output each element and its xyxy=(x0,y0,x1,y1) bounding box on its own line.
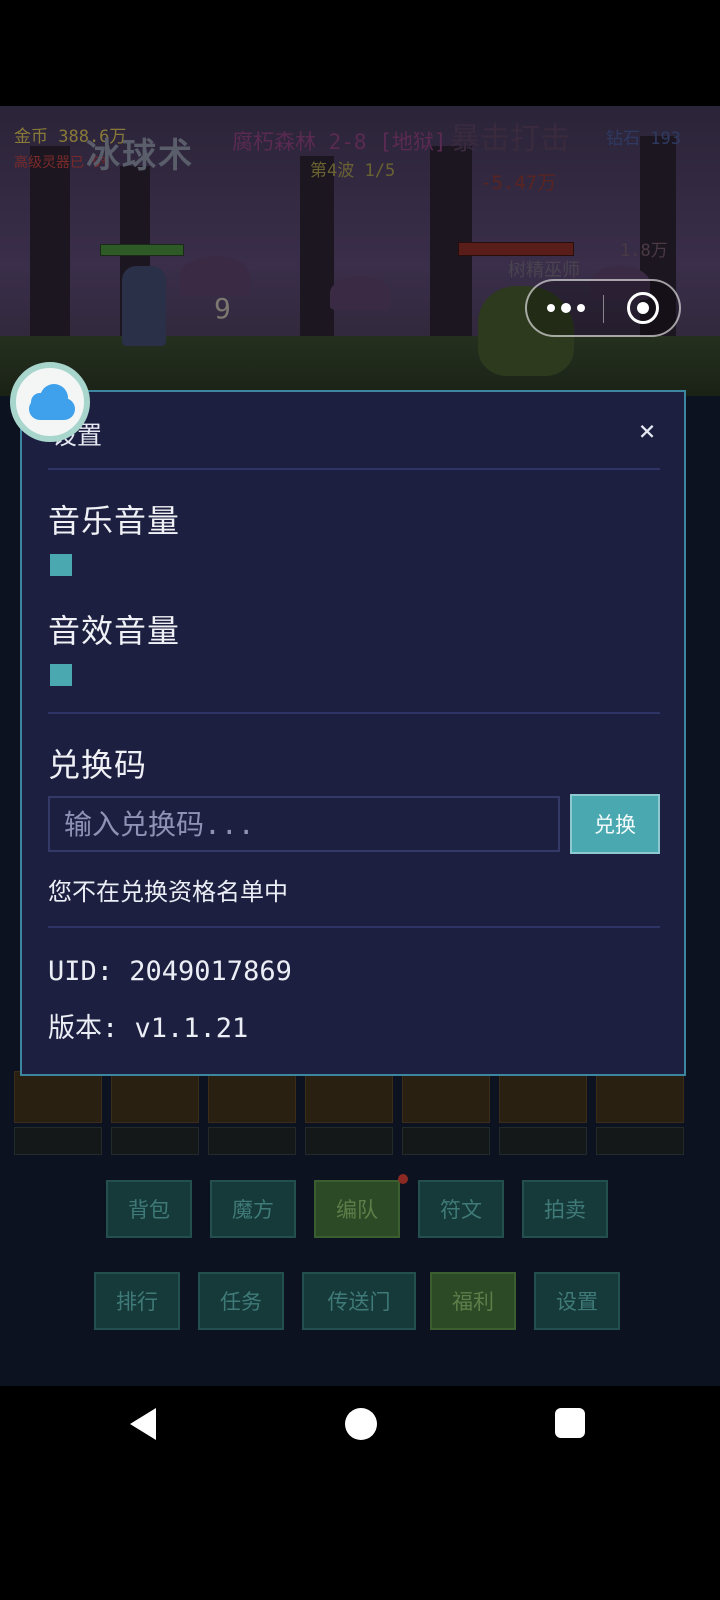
tree xyxy=(30,146,70,346)
menu-bag-button[interactable]: 背包 xyxy=(106,1180,192,1238)
strike-text: 暴击打击 xyxy=(450,122,570,157)
redeem-code-input[interactable] xyxy=(48,796,560,852)
damage-number: -5.47万 xyxy=(480,172,557,194)
hit-count: 9 xyxy=(214,292,231,325)
divider xyxy=(48,926,660,928)
recent-square-icon[interactable] xyxy=(555,1408,585,1438)
redeem-button[interactable]: 兑换 xyxy=(570,794,660,854)
target-icon[interactable] xyxy=(627,292,659,324)
tree xyxy=(300,156,334,346)
empty-slot xyxy=(14,1127,102,1155)
player-hp-bar xyxy=(100,244,184,256)
menu-welfare-button[interactable]: 福利 xyxy=(430,1272,516,1330)
music-volume-label: 音乐音量 xyxy=(48,502,181,540)
wave-counter: 第4波 1/5 xyxy=(310,161,396,181)
boss-hp-bar xyxy=(458,242,574,256)
battle-scene: 金币 388.6万 高级灵器已 9% 冰球术 腐朽森林 2-8 [地狱] 第4波… xyxy=(0,106,720,396)
hero-sprite xyxy=(122,266,166,346)
equipment-slot xyxy=(14,1071,102,1123)
gem-counter: 钻石 193 xyxy=(606,129,681,149)
equipment-slot xyxy=(499,1071,587,1123)
mushroom xyxy=(180,256,250,296)
menu-settings-button[interactable]: 设置 xyxy=(534,1272,620,1330)
empty-slot xyxy=(402,1127,490,1155)
android-nav-bar xyxy=(0,1386,720,1600)
menu-task-button[interactable]: 任务 xyxy=(198,1272,284,1330)
empty-slot xyxy=(111,1127,199,1155)
menu-cube-button[interactable]: 魔方 xyxy=(210,1180,296,1238)
empty-slot xyxy=(499,1127,587,1155)
boss-hp-text: 1.8万 xyxy=(620,241,668,261)
divider xyxy=(48,468,660,470)
menu-rank-button[interactable]: 排行 xyxy=(94,1272,180,1330)
mushroom xyxy=(330,276,390,310)
divider xyxy=(48,712,660,714)
equipment-slots xyxy=(14,1071,704,1155)
equipment-slot xyxy=(208,1071,296,1123)
menu-auction-button[interactable]: 拍卖 xyxy=(522,1180,608,1238)
ground xyxy=(0,336,720,396)
miniprogram-capsule xyxy=(525,279,681,337)
equipment-slot xyxy=(402,1071,490,1123)
stage-title: 腐朽森林 2-8 [地狱] xyxy=(232,130,447,154)
uid-text: UID: 2049017869 xyxy=(48,956,292,987)
cloud-icon[interactable] xyxy=(10,362,90,442)
music-volume-slider[interactable] xyxy=(50,554,72,576)
back-triangle-icon[interactable] xyxy=(130,1408,156,1440)
version-text: 版本: v1.1.21 xyxy=(48,1013,249,1044)
equipment-slot xyxy=(596,1071,684,1123)
menu-rune-button[interactable]: 符文 xyxy=(418,1180,504,1238)
empty-slot xyxy=(596,1127,684,1155)
notification-dot xyxy=(398,1174,408,1184)
sfx-volume-label: 音效音量 xyxy=(48,612,181,650)
home-circle-icon[interactable] xyxy=(345,1408,377,1440)
close-icon[interactable]: × xyxy=(630,414,664,448)
empty-slot xyxy=(305,1127,393,1155)
sfx-volume-slider[interactable] xyxy=(50,664,72,686)
redeem-status-text: 您不在兑换资格名单中 xyxy=(48,878,288,906)
empty-slot xyxy=(208,1127,296,1155)
menu-team-button[interactable]: 编队 xyxy=(314,1180,400,1238)
capsule-separator xyxy=(603,295,604,323)
menu-portal-button[interactable]: 传送门 xyxy=(302,1272,416,1330)
equipment-slot xyxy=(111,1071,199,1123)
redeem-code-label: 兑换码 xyxy=(48,746,148,784)
equipment-slot xyxy=(305,1071,393,1123)
settings-modal: 设置 × 音乐音量 音效音量 兑换码 兑换 您不在兑换资格名单中 UID: 20… xyxy=(20,390,686,1076)
more-dots-icon[interactable] xyxy=(547,296,585,320)
spell-name: 冰球术 xyxy=(86,136,194,176)
